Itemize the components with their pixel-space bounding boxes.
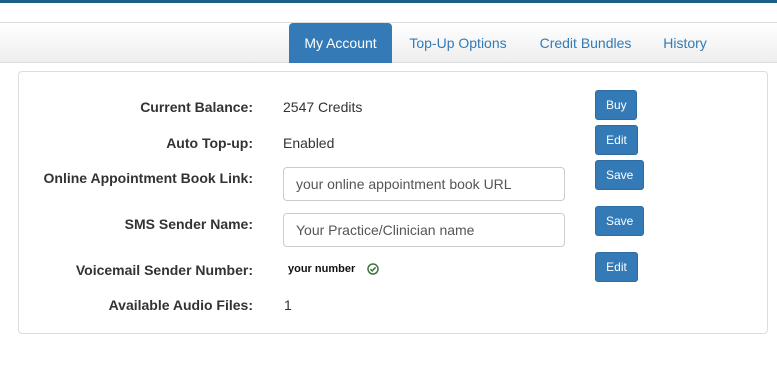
account-tabs-navbar: My Account Top-Up Options Credit Bundles… (0, 22, 777, 63)
check-circle-icon (367, 263, 379, 275)
current-balance-label: Current Balance: (140, 99, 253, 115)
current-balance-value: 2547 Credits (283, 99, 363, 115)
tab-history[interactable]: History (653, 23, 717, 63)
booking-link-label: Online Appointment Book Link: (43, 170, 253, 186)
edit-auto-topup-button[interactable]: Edit (595, 125, 638, 155)
audio-files-value: 1 (284, 297, 292, 313)
tab-credit-bundles[interactable]: Credit Bundles (528, 23, 643, 63)
top-accent-bar (0, 0, 777, 3)
auto-topup-label: Auto Top-up: (166, 135, 253, 151)
sms-sender-label: SMS Sender Name: (124, 216, 253, 232)
voicemail-sender-value: your number (288, 263, 356, 275)
tab-my-account[interactable]: My Account (289, 23, 392, 63)
save-sms-sender-button[interactable]: Save (595, 206, 644, 236)
sms-sender-input[interactable] (283, 213, 565, 247)
audio-files-label: Available Audio Files: (108, 297, 253, 313)
auto-topup-value: Enabled (283, 135, 335, 151)
tab-top-up-options[interactable]: Top-Up Options (398, 23, 518, 63)
save-booking-link-button[interactable]: Save (595, 160, 644, 190)
buy-button[interactable]: Buy (595, 90, 637, 120)
booking-link-input[interactable] (283, 167, 565, 201)
edit-voicemail-button[interactable]: Edit (595, 252, 638, 282)
voicemail-sender-label: Voicemail Sender Number: (75, 262, 253, 278)
